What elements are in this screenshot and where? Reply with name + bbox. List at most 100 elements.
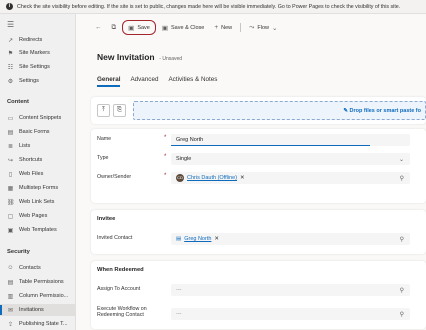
sidebar-item-invitations[interactable]: ✉ Invitations	[0, 304, 76, 316]
sidebar-item-label: Column Permissio...	[19, 293, 69, 299]
invited-contact-link[interactable]: Greg North	[184, 236, 211, 242]
sidebar-item-label: Site Settings	[19, 64, 50, 70]
sidebar-item-site-markers[interactable]: ⚑ Site Markers	[0, 47, 76, 59]
open-new-window-button[interactable]: ⧉	[108, 20, 121, 35]
column-lock-icon: ▥	[7, 293, 14, 300]
tab-advanced[interactable]: Advanced	[130, 76, 158, 87]
workflow-label-line2: Redeeming Contact	[97, 312, 144, 318]
page-title: New Invitation	[97, 52, 155, 62]
sidebar-section-security: Security	[7, 249, 30, 255]
marker-icon: ⚑	[7, 50, 14, 57]
open-window-icon: ⧉	[111, 23, 117, 31]
save-icon: ▣	[128, 24, 135, 32]
sidebar-item-label: Content Snippets	[19, 115, 62, 121]
sidebar-item-web-link-sets[interactable]: ⛓ Web Link Sets	[0, 196, 76, 208]
table-lock-icon: ▤	[7, 279, 14, 286]
sidebar-item-label: Site Markers	[19, 50, 50, 56]
sidebar-item-label: Web Files	[19, 171, 44, 177]
sidebar-item-label: Invitations	[19, 307, 44, 313]
upload-icon[interactable]: ⤒	[97, 104, 110, 117]
banner-text: Check the site visibility before editing…	[17, 3, 401, 10]
sidebar-item-label: Table Permissions	[19, 279, 64, 285]
search-icon[interactable]: ⚲	[400, 175, 404, 182]
sidebar-item-label: Publishing State T...	[19, 321, 68, 327]
avatar: CD	[176, 174, 184, 182]
sidebar-item-label: Multistep Forms	[19, 185, 59, 191]
chevron-down-icon: ⌄	[271, 24, 278, 32]
save-button[interactable]: ▣ Save	[122, 20, 156, 35]
plus-icon: +	[214, 24, 219, 31]
sidebar-item-web-pages[interactable]: ▢ Web Pages	[0, 210, 76, 222]
assign-account-lookup[interactable]: --- ⚲	[171, 284, 410, 296]
type-label: Type	[97, 155, 109, 161]
info-icon: i	[6, 3, 13, 10]
required-marker: *	[164, 135, 167, 141]
owner-lookup[interactable]: CD Chris Dauth (Offline) ✕ ⚲	[171, 172, 410, 184]
sidebar-item-multistep-forms[interactable]: ▦ Multistep Forms	[0, 182, 76, 194]
required-marker: *	[164, 173, 167, 179]
new-button[interactable]: + New	[210, 20, 236, 35]
sidebar-item-label: Lists	[19, 143, 31, 149]
gear-icon: ⚙	[7, 78, 14, 85]
back-button[interactable]: ←	[91, 20, 106, 35]
search-icon[interactable]: ⚲	[400, 311, 404, 318]
attachment-card: ⤒ ⎘ ✎ Drop files or smart paste fo	[91, 97, 426, 124]
dropzone-text: ✎ Drop files or smart paste fo	[343, 108, 421, 114]
file-icon: ▯	[8, 171, 13, 178]
sidebar-item-web-files[interactable]: ▯ Web Files	[0, 168, 76, 180]
sidebar-item-table-permissions[interactable]: ▤ Table Permissions	[0, 276, 76, 288]
sidebar-item-basic-forms[interactable]: ▤ Basic Forms	[0, 126, 76, 138]
assign-account-label: Assign To Account	[97, 286, 141, 292]
form-icon: ▤	[7, 129, 14, 136]
multistep-icon: ▦	[7, 185, 14, 192]
unsaved-status: - Unsaved	[159, 56, 183, 62]
workflow-lookup[interactable]: --- ⚲	[171, 308, 410, 320]
sidebar-item-label: Redirects	[19, 37, 43, 43]
link-icon: ⛓	[7, 199, 15, 206]
invited-contact-lookup[interactable]: ▤ Greg North ✕ ⚲	[171, 233, 410, 245]
name-field[interactable]: Greg North	[171, 134, 410, 146]
type-value: Single	[176, 156, 192, 162]
flow-button[interactable]: ⤳ Flow ⌄	[245, 20, 281, 35]
owner-link[interactable]: Chris Dauth (Offline)	[187, 175, 237, 181]
sidebar-item-shortcuts[interactable]: ↪ Shortcuts	[0, 154, 76, 166]
command-bar: ← ⧉ ▣ Save ▣ Save & Close + New ⤳ Flow ⌄	[91, 20, 426, 35]
name-label: Name	[97, 136, 112, 142]
sidebar-item-redirects[interactable]: ↗ Redirects	[0, 34, 76, 46]
sidebar-item-site-settings[interactable]: ☷ Site Settings	[0, 61, 76, 73]
search-icon[interactable]: ⚲	[400, 236, 404, 243]
new-label: New	[221, 24, 233, 31]
remove-contact-icon[interactable]: ✕	[214, 236, 219, 242]
file-dropzone[interactable]: ✎ Drop files or smart paste fo	[133, 101, 426, 120]
save-close-button[interactable]: ▣ Save & Close	[158, 20, 208, 35]
person-icon: ☺	[7, 265, 14, 271]
workflow-value: ---	[176, 311, 182, 317]
when-redeemed-heading: When Redeemed	[97, 267, 144, 273]
tab-general[interactable]: General	[97, 76, 121, 87]
sidebar-item-lists[interactable]: ≣ Lists	[0, 140, 76, 152]
form-tabs: General Advanced Activities & Notes	[97, 76, 217, 87]
sidebar-item-settings[interactable]: ⚙ Settings	[0, 75, 76, 87]
tab-activities-notes[interactable]: Activities & Notes	[168, 76, 217, 87]
sidebar-item-column-permissions[interactable]: ▥ Column Permissio...	[0, 290, 76, 302]
remove-owner-icon[interactable]: ✕	[240, 175, 245, 181]
page-icon: ▢	[7, 213, 14, 220]
when-redeemed-section: When Redeemed Assign To Account --- ⚲ Ex…	[91, 261, 426, 329]
toolbar-divider	[240, 23, 242, 32]
smart-paste-icon[interactable]: ⎘	[113, 104, 126, 117]
sidebar-item-label: Web Templates	[19, 227, 57, 233]
hamburger-menu-icon[interactable]: ☰	[7, 20, 14, 29]
sidebar-item-contacts[interactable]: ☺ Contacts	[0, 262, 76, 274]
sidebar-item-content-snippets[interactable]: ▭ Content Snippets	[0, 112, 76, 124]
sidebar-item-label: Shortcuts	[19, 157, 43, 163]
sidebar-item-web-templates[interactable]: ▣ Web Templates	[0, 224, 76, 236]
assign-account-value: ---	[176, 287, 182, 293]
dropzone-label: Drop files or smart paste fo	[349, 108, 421, 114]
list-icon: ≣	[7, 143, 14, 150]
general-section: Name * Greg North Type * Single ⌄ Owner/…	[91, 129, 426, 203]
type-select[interactable]: Single ⌄	[171, 153, 410, 165]
back-arrow-icon: ←	[95, 24, 102, 31]
search-icon[interactable]: ⚲	[400, 287, 404, 294]
owner-label: Owner/Sender	[97, 174, 132, 180]
sidebar-item-publishing-state[interactable]: ⇪ Publishing State T...	[0, 318, 76, 330]
